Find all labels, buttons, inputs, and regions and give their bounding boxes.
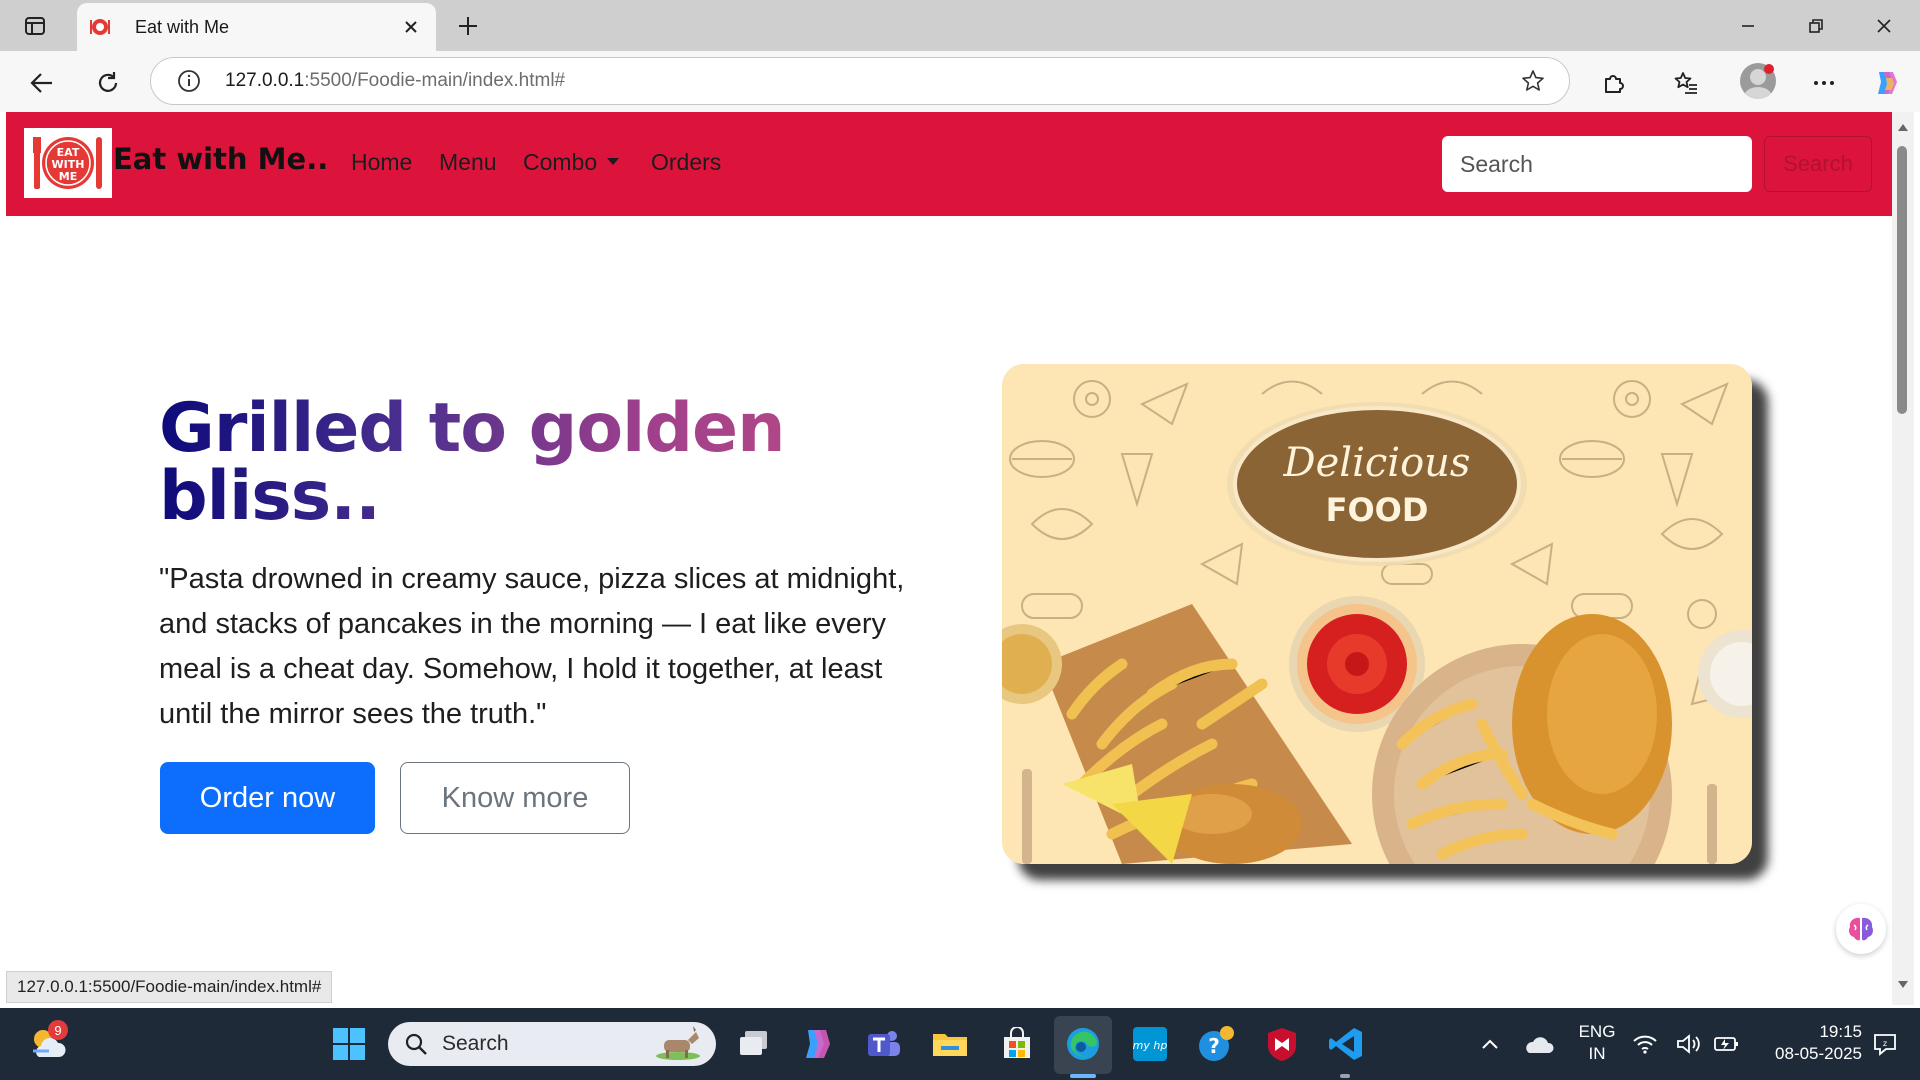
onedrive-icon[interactable] — [1516, 1022, 1560, 1066]
dropdown-caret-icon — [607, 158, 620, 165]
myhp-icon[interactable]: my hp — [1128, 1022, 1172, 1066]
scroll-down-icon[interactable] — [1896, 978, 1910, 992]
site-logo[interactable]: EAT WITH ME — [24, 128, 112, 198]
profile-notification-dot — [1764, 64, 1774, 74]
restaurant-favicon-icon — [89, 16, 111, 38]
back-arrow-icon[interactable] — [22, 63, 62, 103]
know-more-button[interactable]: Know more — [400, 762, 630, 834]
nav-link-combo-label: Combo — [523, 149, 598, 175]
minimize-icon[interactable] — [1724, 8, 1772, 44]
teams-icon[interactable] — [862, 1022, 906, 1066]
search-input[interactable] — [1442, 136, 1752, 192]
clock-time: 19:15 — [1819, 1022, 1862, 1041]
clock[interactable]: 19:15 08-05-2025 — [1752, 1021, 1862, 1065]
language-label: ENG — [1578, 1022, 1616, 1041]
weather-notification-badge: 9 — [48, 1020, 68, 1040]
svg-text:z: z — [1883, 1039, 1887, 1048]
search-highlight-donkey-icon — [656, 1026, 700, 1060]
tab-title: Eat with Me — [135, 16, 230, 37]
browser-tab-strip: Eat with Me — [0, 0, 1920, 51]
copilot-app-icon[interactable] — [795, 1022, 839, 1066]
site-navbar: EAT WITH ME Eat with Me.. Home Menu Comb… — [6, 112, 1892, 216]
edge-active-indicator — [1070, 1074, 1096, 1078]
browser-tab-active[interactable]: Eat with Me — [77, 3, 436, 51]
scroll-thumb[interactable] — [1897, 146, 1907, 414]
search-button[interactable]: Search — [1764, 136, 1872, 192]
task-view-icon[interactable] — [732, 1022, 776, 1066]
url-path: :5500/Foodie-main/index.html# — [304, 70, 566, 91]
address-url: 127.0.0.1:5500/Foodie-main/index.html# — [215, 70, 1511, 92]
logo-graphic: EAT WITH ME — [33, 137, 102, 189]
volume-icon[interactable] — [1674, 1022, 1704, 1066]
windows-start-icon[interactable] — [327, 1022, 371, 1066]
address-bar[interactable]: 127.0.0.1:5500/Foodie-main/index.html# — [150, 57, 1570, 105]
vscode-icon[interactable] — [1324, 1022, 1368, 1066]
image-subtitle-food: FOOD — [1326, 491, 1429, 529]
input-language[interactable]: ENG IN — [1572, 1021, 1622, 1065]
nav-link-orders[interactable]: Orders — [651, 149, 721, 176]
edge-icon[interactable] — [1061, 1022, 1105, 1066]
reload-icon[interactable] — [88, 63, 128, 103]
image-title-delicious: Delicious — [1283, 440, 1471, 486]
new-tab-icon[interactable] — [450, 8, 486, 44]
favorite-star-icon[interactable] — [1511, 69, 1555, 93]
notification-center-icon[interactable]: z — [1868, 1022, 1902, 1066]
page-viewport: EAT WITH ME Eat with Me.. Home Menu Comb… — [6, 112, 1892, 1005]
svg-text:my hp: my hp — [1133, 1039, 1168, 1052]
taskbar-search-box[interactable]: Search — [388, 1022, 716, 1066]
help-icon[interactable]: ? — [1194, 1022, 1238, 1066]
hero-food-image: Delicious FOOD — [1002, 364, 1752, 864]
more-options-icon[interactable] — [1804, 63, 1844, 103]
scroll-up-icon[interactable] — [1896, 120, 1910, 134]
tab-actions-icon — [25, 17, 45, 35]
vscode-running-indicator — [1340, 1074, 1350, 1078]
logo-text-line-3: ME — [59, 170, 77, 183]
file-explorer-icon[interactable] — [928, 1022, 972, 1066]
page-scrollbar[interactable] — [1892, 112, 1914, 1005]
tab-actions-button[interactable] — [14, 10, 56, 42]
screen: Eat with Me 127.0.0.1:5500/Foodie-main/i… — [0, 0, 1920, 1080]
windows-taskbar: 9 Search my hp ? ENG IN 19:15 08-05-2025… — [0, 1008, 1920, 1080]
taskbar-search-label: Search — [442, 1032, 509, 1055]
copilot-icon[interactable] — [1866, 63, 1906, 103]
show-hidden-icons-chevron-icon[interactable] — [1468, 1022, 1512, 1066]
wifi-icon[interactable] — [1630, 1022, 1660, 1066]
url-host: 127.0.0.1 — [225, 70, 305, 91]
food-illustration: Delicious FOOD — [1002, 364, 1752, 864]
site-info-icon[interactable] — [163, 69, 215, 93]
clock-date: 08-05-2025 — [1775, 1044, 1862, 1063]
nav-dropdown-combo[interactable]: Combo — [523, 149, 620, 176]
nav-link-menu[interactable]: Menu — [439, 149, 497, 176]
status-bar-url: 127.0.0.1:5500/Foodie-main/index.html# — [6, 971, 333, 1003]
restore-icon[interactable] — [1792, 8, 1840, 44]
close-window-icon[interactable] — [1860, 8, 1908, 44]
extensions-icon[interactable] — [1594, 63, 1634, 103]
brain-assistant-icon[interactable] — [1836, 904, 1886, 954]
nav-link-home[interactable]: Home — [351, 149, 412, 176]
mcafee-icon[interactable] — [1260, 1022, 1304, 1066]
browser-toolbar: 127.0.0.1:5500/Foodie-main/index.html# — [0, 51, 1920, 112]
battery-icon[interactable] — [1712, 1022, 1742, 1066]
close-tab-icon[interactable] — [396, 12, 426, 42]
favorites-icon[interactable] — [1666, 63, 1706, 103]
brand-name[interactable]: Eat with Me.. — [113, 142, 328, 176]
microsoft-store-icon[interactable] — [995, 1022, 1039, 1066]
hero-title: Grilled to golden bliss.. — [159, 395, 859, 531]
svg-text:?: ? — [1208, 1034, 1220, 1058]
order-now-button[interactable]: Order now — [160, 762, 375, 834]
search-icon — [405, 1033, 427, 1055]
hero-quote: "Pasta drowned in creamy sauce, pizza sl… — [159, 563, 905, 730]
region-label: IN — [1588, 1044, 1606, 1063]
